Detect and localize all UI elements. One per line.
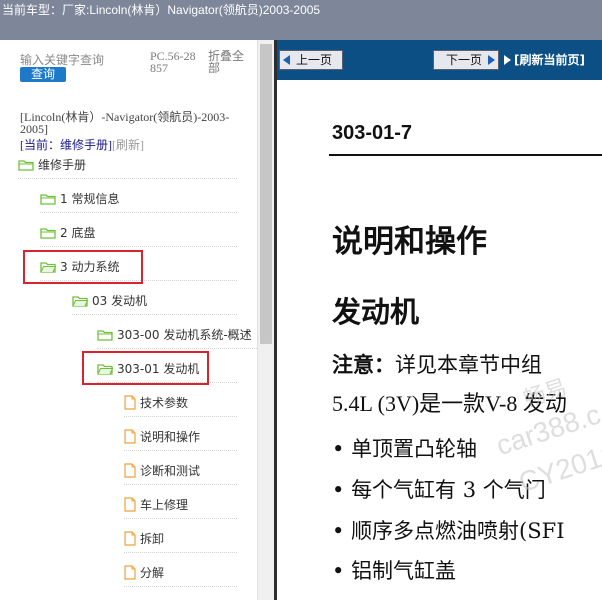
folder-icon	[40, 193, 56, 205]
tree-item-label: 车上修理	[140, 498, 189, 512]
tree-item-label: 分解	[140, 566, 165, 580]
document-icon	[124, 565, 136, 580]
vehicle-name: 厂家:Lincoln(林肯）Navigator(领航员)2003-2005	[62, 3, 321, 17]
page-number: 303-01-7	[332, 122, 413, 144]
document-pane: 上一页 下一页 [刷新当前页] 303-01-7 说明和操作 发动机 注意：详见…	[277, 40, 602, 600]
document-icon	[124, 531, 136, 546]
pc-code: PC.56-28857	[150, 49, 196, 75]
tree-item-chassis[interactable]: 2 底盘	[40, 220, 237, 247]
tree-item-label: 拆卸	[140, 532, 165, 546]
tree-item-description-operation[interactable]: 说明和操作	[124, 424, 237, 451]
section-subheading: 发动机	[332, 295, 420, 329]
next-page-button[interactable]: 下一页	[433, 50, 499, 70]
tree-item-label: 1 常规信息	[60, 192, 120, 206]
page-header-rule	[329, 154, 602, 156]
tree-item-label: 技术参数	[140, 396, 189, 410]
tree-item-label: 303-00 发动机系统-概述	[117, 328, 252, 342]
tree-item-label: 2 底盘	[60, 226, 96, 240]
note-label: 注意：	[332, 353, 395, 377]
current-label: [当前：维修手册]	[20, 138, 112, 152]
tree-item-engine-system-overview[interactable]: 303-00 发动机系统-概述	[97, 322, 257, 349]
title-bar: 当前车型：厂家:Lincoln(林肯）Navigator(领航员)2003-20…	[0, 0, 602, 40]
document-icon	[124, 497, 136, 512]
arrow-right-icon	[488, 55, 495, 65]
bullet-text: 铝制气缸盖	[351, 559, 457, 583]
tree-item-diagnosis-testing[interactable]: 诊断和测试	[124, 458, 237, 485]
highlight-box-engine-303-01	[82, 351, 209, 385]
tree-item-label: 说明和操作	[140, 430, 201, 444]
refresh-page-link[interactable]: [刷新当前页]	[514, 51, 585, 68]
tree-item-label: 03 发动机	[92, 294, 148, 308]
sidebar-scrollbar[interactable]	[257, 40, 274, 600]
car-path: [Lincoln(林肯）-Navigator(领航员)-2003-2005]	[20, 110, 230, 136]
section-heading: 说明和操作	[332, 224, 487, 260]
tree-item-general-info[interactable]: 1 常规信息	[40, 186, 237, 213]
current-location: [当前：维修手册][刷新]	[20, 136, 144, 153]
folder-icon	[40, 227, 56, 239]
document-icon	[124, 429, 136, 444]
document-icon	[124, 463, 136, 478]
prev-page-label: 上一页	[296, 53, 333, 67]
tree-item-engine-03[interactable]: 03 发动机	[72, 288, 237, 315]
scrollbar-thumb[interactable]	[260, 44, 272, 344]
tree-item-disassembly[interactable]: 分解	[124, 560, 237, 587]
document-icon	[124, 395, 136, 410]
note-text: 详见本章节中组	[395, 353, 542, 377]
arrow-left-icon	[283, 55, 290, 65]
tree-item-specifications[interactable]: 技术参数	[124, 390, 237, 417]
title-label: 当前车型：	[2, 3, 63, 17]
bullet-item: • 铝制气缸盖	[332, 559, 457, 583]
tree-item-in-vehicle-repair[interactable]: 车上修理	[124, 492, 237, 519]
refresh-tree-link[interactable]: [刷新]	[112, 138, 144, 152]
highlight-box-powertrain	[23, 250, 143, 284]
folder-open-icon	[72, 295, 88, 307]
tree-item-removal[interactable]: 拆卸	[124, 526, 237, 553]
search-input[interactable]	[18, 53, 150, 68]
collapse-all-link[interactable]: 折叠全部	[208, 50, 250, 74]
prev-page-button[interactable]: 上一页	[279, 50, 343, 70]
bullet-item: • 单顶置凸轮轴	[332, 437, 478, 461]
arrow-right-icon	[504, 55, 511, 65]
tree-item-repair-manual[interactable]: 维修手册	[18, 152, 237, 179]
folder-icon	[97, 329, 113, 341]
document-toolbar: 上一页 下一页 [刷新当前页]	[277, 40, 602, 80]
bullet-text: 单顶置凸轮轴	[351, 437, 478, 461]
note-paragraph: 注意：详见本章节中组	[332, 349, 542, 379]
tree-item-label: 诊断和测试	[140, 464, 201, 478]
search-button[interactable]: 查询	[20, 67, 66, 82]
tree-item-label: 维修手册	[38, 158, 87, 172]
folder-icon	[18, 159, 34, 171]
next-page-label: 下一页	[446, 53, 483, 67]
